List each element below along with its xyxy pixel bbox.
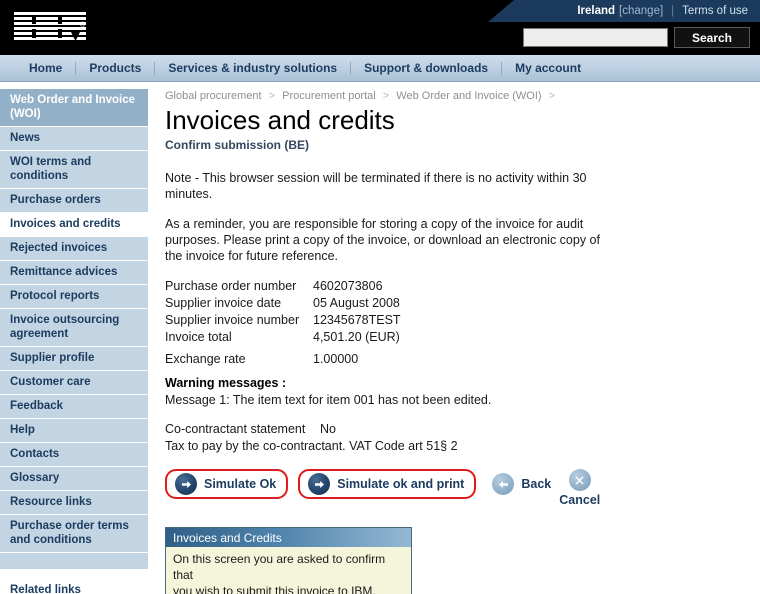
breadcrumb-separator: >: [548, 90, 556, 102]
detail-row-invoice-total: Invoice total 4,501.20 (EUR): [165, 329, 760, 346]
detail-row-exchange-rate: Exchange rate 1.00000: [165, 351, 760, 368]
invoice-details: Purchase order number 4602073806 Supplie…: [165, 278, 760, 368]
registered-mark: ®: [80, 22, 86, 29]
nav-item-home[interactable]: Home: [16, 61, 75, 75]
reminder-paragraph: As a reminder, you are responsible for s…: [165, 217, 600, 263]
page-body: Web Order and Invoice (WOI) News WOI ter…: [0, 82, 760, 594]
sidebar-item-news[interactable]: News: [0, 127, 148, 151]
warning-messages-title: Warning messages :: [165, 376, 287, 390]
detail-label: Exchange rate: [165, 352, 246, 366]
sidebar-item-protocol-reports[interactable]: Protocol reports: [0, 285, 148, 309]
back-button[interactable]: Back: [492, 473, 551, 495]
annotation-box-simulate-ok-and-print: Simulate ok and print: [298, 469, 477, 499]
action-button-row: Simulate Ok Simulate ok and print Back C…: [165, 469, 760, 515]
search-area: Search: [523, 27, 750, 48]
main-content: Global procurement > Procurement portal …: [148, 82, 760, 594]
sidebar-item-web-order-and-invoice[interactable]: Web Order and Invoice (WOI): [0, 89, 148, 127]
terms-of-use-link[interactable]: Terms of use: [682, 5, 748, 17]
help-line-1: On this screen you are asked to confirm …: [173, 552, 386, 582]
cancel-button[interactable]: Cancel: [559, 469, 600, 507]
detail-row-supplier-invoice-date: Supplier invoice date 05 August 2008: [165, 295, 760, 312]
cocontractant-section: Co-contractant statement No Tax to pay b…: [165, 421, 760, 455]
detail-label: Invoice total: [165, 330, 232, 344]
sidebar-item-resource-links[interactable]: Resource links: [0, 491, 148, 515]
cocontractant-label: Co-contractant statement: [165, 422, 306, 436]
sidebar-item-rejected-invoices[interactable]: Rejected invoices: [0, 237, 148, 261]
sidebar-item-contacts[interactable]: Contacts: [0, 443, 148, 467]
sidebar-item-remittance-advices[interactable]: Remittance advices: [0, 261, 148, 285]
page-title: Invoices and credits: [165, 105, 395, 135]
nav-item-products[interactable]: Products: [76, 61, 154, 75]
primary-navbar: Home Products Services & industry soluti…: [0, 55, 760, 82]
help-box-body: On this screen you are asked to confirm …: [166, 547, 411, 594]
breadcrumb-procurement-portal[interactable]: Procurement portal: [282, 90, 376, 102]
sidebar-item-invoices-and-credits[interactable]: Invoices and credits: [0, 213, 148, 237]
cocontractant-statement-row: Co-contractant statement No: [165, 421, 760, 438]
sidebar-tail: [0, 553, 148, 570]
session-note-paragraph: Note - This browser session will be term…: [165, 171, 587, 201]
change-country-link[interactable]: [change]: [619, 5, 663, 17]
cocontractant-value: No: [320, 422, 336, 436]
detail-row-supplier-invoice-number: Supplier invoice number 12345678TEST: [165, 312, 760, 329]
simulate-ok-button[interactable]: Simulate Ok: [171, 471, 280, 497]
help-box: Invoices and Credits On this screen you …: [165, 527, 412, 594]
breadcrumb: Global procurement > Procurement portal …: [165, 90, 760, 102]
detail-value: 1.00000: [313, 352, 359, 366]
help-box-title: Invoices and Credits: [166, 528, 411, 547]
sidebar-nav-list: Web Order and Invoice (WOI) News WOI ter…: [0, 88, 148, 570]
close-icon: [568, 469, 591, 491]
detail-row-purchase-order-number: Purchase order number 4602073806: [165, 278, 760, 295]
warning-message-1: Message 1: The item text for item 001 ha…: [165, 393, 492, 407]
detail-label: Purchase order number: [165, 279, 297, 293]
detail-label: Supplier invoice number: [165, 313, 300, 327]
sidebar-item-purchase-orders[interactable]: Purchase orders: [0, 189, 148, 213]
detail-label: Supplier invoice date: [165, 296, 282, 310]
sidebar-item-customer-care[interactable]: Customer care: [0, 371, 148, 395]
cancel-label: Cancel: [559, 493, 601, 507]
sidebar-item-feedback[interactable]: Feedback: [0, 395, 148, 419]
help-line-2: you wish to submit this invoice to IBM.: [173, 584, 376, 594]
simulate-ok-label: Simulate Ok: [204, 477, 277, 491]
country-strip: Ireland [change] | Terms of use: [488, 0, 760, 22]
back-label: Back: [521, 477, 552, 491]
detail-value: 05 August 2008: [313, 296, 400, 310]
country-name: Ireland: [577, 5, 616, 17]
strip-separator: |: [671, 5, 675, 17]
sidebar-item-invoice-outsourcing-agreement[interactable]: Invoice outsourcing agreement: [0, 309, 148, 347]
arrow-right-icon: [175, 473, 197, 495]
breadcrumb-separator: >: [268, 90, 276, 102]
sidebar-item-woi-terms-and-conditions[interactable]: WOI terms and conditions: [0, 151, 148, 189]
related-links-title: Related links: [10, 584, 81, 594]
nav-item-support[interactable]: Support & downloads: [351, 61, 501, 75]
nav-item-services[interactable]: Services & industry solutions: [155, 61, 350, 75]
breadcrumb-global-procurement[interactable]: Global procurement: [165, 90, 262, 102]
breadcrumb-web-order-and-invoice[interactable]: Web Order and Invoice (WOI): [396, 90, 541, 102]
search-button[interactable]: Search: [674, 27, 750, 48]
sidebar-item-purchase-order-terms-and-conditions[interactable]: Purchase order terms and conditions: [0, 515, 148, 553]
sidebar-item-supplier-profile[interactable]: Supplier profile: [0, 347, 148, 371]
simulate-ok-and-print-button[interactable]: Simulate ok and print: [304, 471, 468, 497]
arrow-right-icon: [308, 473, 331, 495]
sidebar-item-help[interactable]: Help: [0, 419, 148, 443]
related-links-section: Related links IBM Privacy Statement Supp…: [0, 584, 148, 594]
detail-value: 4602073806: [313, 279, 383, 293]
search-input[interactable]: [523, 28, 668, 47]
sidebar-item-glossary[interactable]: Glossary: [0, 467, 148, 491]
simulate-ok-and-print-label: Simulate ok and print: [337, 477, 465, 491]
detail-value: 12345678TEST: [313, 313, 401, 327]
masthead: ® Ireland [change] | Terms of use Search: [0, 0, 760, 55]
annotation-box-simulate-ok: Simulate Ok: [165, 469, 289, 499]
sidebar: Web Order and Invoice (WOI) News WOI ter…: [0, 82, 148, 594]
page-subtitle: Confirm submission (BE): [165, 138, 310, 152]
arrow-left-icon: [492, 473, 515, 495]
vat-code-note: Tax to pay by the co-contractant. VAT Co…: [165, 439, 458, 453]
detail-value: 4,501.20 (EUR): [313, 330, 400, 344]
breadcrumb-separator: >: [382, 90, 390, 102]
nav-item-my-account[interactable]: My account: [502, 61, 594, 75]
